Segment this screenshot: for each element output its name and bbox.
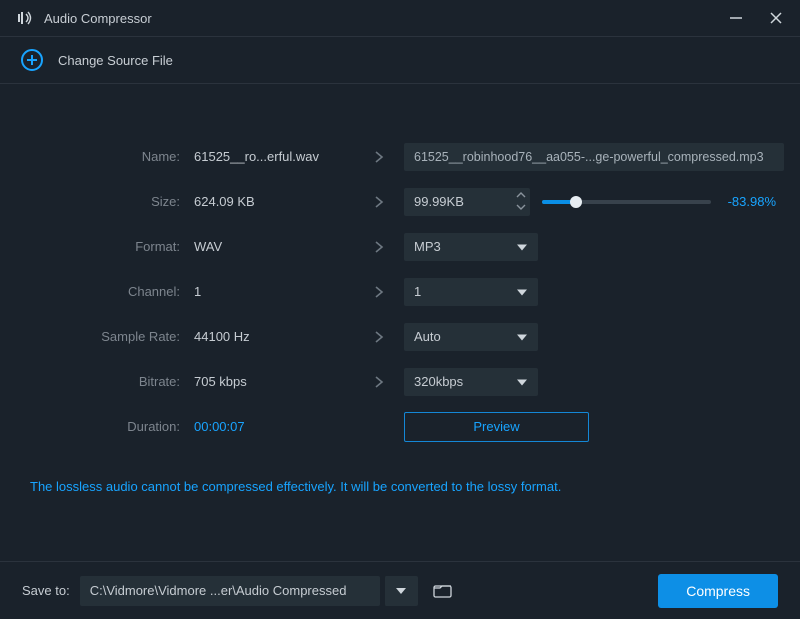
target-size-input[interactable]: 99.99KB	[404, 188, 530, 216]
bitrate-select[interactable]: 320kbps	[404, 368, 538, 396]
change-source-icon[interactable]	[20, 48, 44, 72]
title-bar: Audio Compressor	[0, 0, 800, 36]
row-size: Size: 624.09 KB 99.99KB -83.98%	[24, 179, 776, 224]
bitrate-value: 705 kbps	[194, 374, 354, 389]
arrow-icon	[354, 240, 404, 254]
row-channel: Channel: 1 1	[24, 269, 776, 314]
app-icon	[16, 9, 34, 27]
bitrate-select-text: 320kbps	[414, 374, 463, 389]
chevron-down-icon	[516, 374, 528, 389]
window-controls	[728, 10, 784, 26]
compress-button[interactable]: Compress	[658, 574, 778, 608]
footer: Save to: C:\Vidmore\Vidmore ...er\Audio …	[0, 561, 800, 619]
samplerate-select[interactable]: Auto	[404, 323, 538, 351]
output-name-text: 61525__robinhood76__aa055-...ge-powerful…	[414, 150, 764, 164]
chevron-down-icon	[516, 284, 528, 299]
duration-label: Duration:	[24, 419, 194, 434]
chevron-down-icon	[516, 239, 528, 254]
name-value: 61525__ro...erful.wav	[194, 149, 354, 164]
preview-button[interactable]: Preview	[404, 412, 589, 442]
bitrate-label: Bitrate:	[24, 374, 194, 389]
name-label: Name:	[24, 149, 194, 164]
output-name-field[interactable]: 61525__robinhood76__aa055-...ge-powerful…	[404, 143, 784, 171]
row-name: Name: 61525__ro...erful.wav 61525__robin…	[24, 134, 776, 179]
row-samplerate: Sample Rate: 44100 Hz Auto	[24, 314, 776, 359]
channel-select[interactable]: 1	[404, 278, 538, 306]
arrow-icon	[354, 195, 404, 209]
row-bitrate: Bitrate: 705 kbps 320kbps	[24, 359, 776, 404]
arrow-icon	[354, 375, 404, 389]
slider-thumb[interactable]	[570, 196, 582, 208]
format-label: Format:	[24, 239, 194, 254]
row-duration: Duration: 00:00:07 Preview	[24, 404, 776, 449]
samplerate-value: 44100 Hz	[194, 329, 354, 344]
main-panel: Name: 61525__ro...erful.wav 61525__robin…	[0, 84, 800, 561]
format-select[interactable]: MP3	[404, 233, 538, 261]
close-button[interactable]	[768, 10, 784, 26]
source-bar: Change Source File	[0, 36, 800, 84]
channel-select-text: 1	[414, 284, 421, 299]
save-path-text: C:\Vidmore\Vidmore ...er\Audio Compresse…	[90, 583, 347, 598]
duration-value: 00:00:07	[194, 419, 354, 434]
save-path-dropdown[interactable]	[384, 576, 418, 606]
channel-value: 1	[194, 284, 354, 299]
arrow-icon	[354, 285, 404, 299]
size-label: Size:	[24, 194, 194, 209]
format-value: WAV	[194, 239, 354, 254]
target-size-text: 99.99KB	[414, 194, 464, 209]
app-title: Audio Compressor	[44, 11, 728, 26]
row-format: Format: WAV MP3	[24, 224, 776, 269]
size-step-down[interactable]	[516, 202, 526, 213]
save-path-field[interactable]: C:\Vidmore\Vidmore ...er\Audio Compresse…	[80, 576, 380, 606]
change-source-label[interactable]: Change Source File	[58, 53, 173, 68]
compress-button-label: Compress	[686, 583, 750, 599]
arrow-icon	[354, 150, 404, 164]
size-slider-wrap: -83.98%	[542, 194, 776, 209]
size-percent: -83.98%	[721, 194, 776, 209]
minimize-button[interactable]	[728, 10, 744, 26]
lossless-warning: The lossless audio cannot be compressed …	[24, 449, 776, 494]
save-to-label: Save to:	[22, 583, 70, 598]
size-slider[interactable]	[542, 200, 711, 204]
size-value: 624.09 KB	[194, 194, 354, 209]
size-step-up[interactable]	[516, 190, 526, 201]
format-select-text: MP3	[414, 239, 441, 254]
preview-button-label: Preview	[473, 419, 519, 434]
chevron-down-icon	[516, 329, 528, 344]
samplerate-label: Sample Rate:	[24, 329, 194, 344]
arrow-icon	[354, 330, 404, 344]
channel-label: Channel:	[24, 284, 194, 299]
open-folder-button[interactable]	[428, 576, 458, 606]
samplerate-select-text: Auto	[414, 329, 441, 344]
